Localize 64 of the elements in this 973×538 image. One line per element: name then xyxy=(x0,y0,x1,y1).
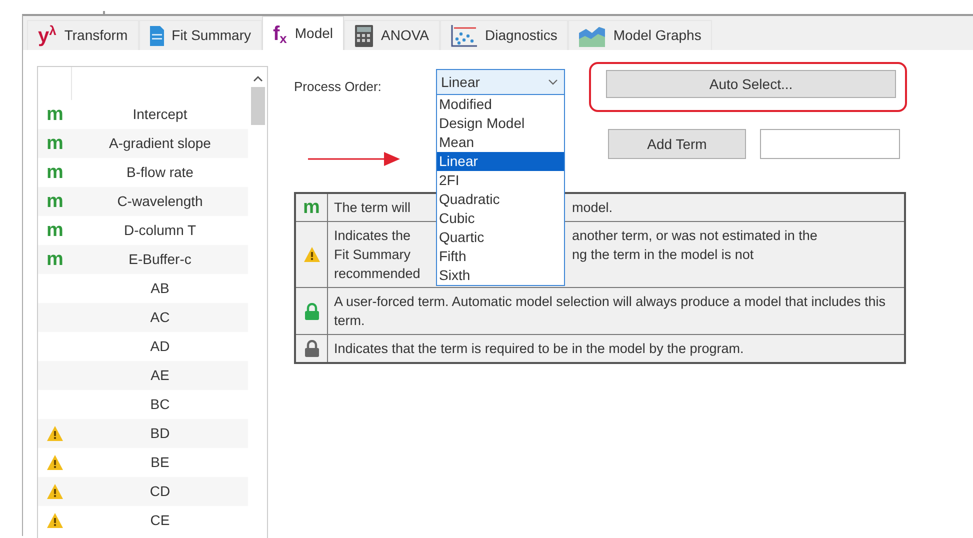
dropdown-option[interactable]: 2FI xyxy=(437,171,564,190)
dropdown-option[interactable]: Quadratic xyxy=(437,190,564,209)
legend-text: recommended xyxy=(334,265,420,283)
legend-text: Fit Summary xyxy=(334,246,411,264)
legend-text: Indicates the xyxy=(334,227,411,245)
dropdown-option[interactable]: Mean xyxy=(437,133,564,152)
term-label[interactable]: BC xyxy=(72,394,248,415)
tab[interactable]: ANOVA xyxy=(344,20,440,50)
dropdown-option[interactable]: Design Model xyxy=(437,114,564,133)
warning-icon xyxy=(47,426,63,441)
term-label[interactable]: Intercept xyxy=(72,104,248,125)
model-term-marker: m xyxy=(46,163,64,182)
scrollbar-thumb[interactable] xyxy=(250,87,264,125)
model-term-marker: m xyxy=(303,198,320,217)
process-order-dropdown[interactable]: Linear xyxy=(436,69,565,95)
warning-icon xyxy=(47,513,63,528)
model-term-marker: m xyxy=(46,134,64,153)
term-label[interactable]: E-Buffer-c xyxy=(72,249,248,270)
warning-icon xyxy=(47,455,63,470)
lock-icon xyxy=(304,302,318,320)
tab[interactable]: Diagnostics xyxy=(440,20,568,50)
area-chart-icon xyxy=(579,24,606,46)
dropdown-option[interactable]: Cubic xyxy=(437,209,564,228)
dropdown-option[interactable]: Linear xyxy=(437,152,564,171)
dropdown-option[interactable]: Modified xyxy=(437,95,564,114)
model-term-marker: m xyxy=(46,221,64,240)
document-icon xyxy=(150,26,164,46)
transform-icon: y$^{λ}$ xyxy=(38,26,56,46)
model-term-marker: m xyxy=(46,250,64,269)
model-term-marker: m xyxy=(46,105,64,124)
process-order-label: Process Order: xyxy=(294,78,382,96)
term-label[interactable]: AB xyxy=(72,278,248,299)
term-label[interactable]: D-column T xyxy=(72,220,248,241)
legend-text: ng the term in the model is not xyxy=(572,246,754,264)
term-label[interactable]: A-gradient slope xyxy=(72,133,248,154)
term-label[interactable]: BE xyxy=(72,452,248,473)
dropdown-option[interactable]: Quartic xyxy=(437,228,564,247)
tab[interactable]: Fit Summary xyxy=(138,20,262,50)
tab[interactable]: y$^{λ}$ Transform xyxy=(27,20,139,50)
term-label[interactable]: CE xyxy=(72,510,248,531)
legend-text: The term will xyxy=(334,199,411,217)
legend-text: A user-forced term. Automatic model selection will always produce a model that includes this term. xyxy=(334,294,886,328)
dropdown-option[interactable]: Sixth xyxy=(437,266,564,285)
legend-text: Indicates that the term is required to be in the model by the program. xyxy=(334,341,744,356)
legend-text: model. xyxy=(572,199,613,217)
calculator-icon xyxy=(355,24,374,46)
model-term-marker: m xyxy=(46,192,64,211)
term-label[interactable]: C-wavelength xyxy=(72,191,248,212)
auto-select-button[interactable]: Auto Select... xyxy=(606,70,896,98)
scroll-up-icon[interactable] xyxy=(252,75,262,83)
tab[interactable]: f$_{x}$ Model xyxy=(262,16,344,50)
term-label[interactable]: AD xyxy=(72,336,248,357)
term-label[interactable]: B-flow rate xyxy=(72,162,248,183)
function-icon: f$_{x}$ xyxy=(272,24,287,44)
lock-icon xyxy=(304,340,318,357)
warning-icon xyxy=(304,247,320,262)
scatter-chart-icon xyxy=(451,24,478,46)
tab[interactable]: Model Graphs xyxy=(568,20,712,50)
chevron-down-icon xyxy=(548,79,558,85)
warning-icon xyxy=(47,484,63,499)
term-input-field[interactable] xyxy=(760,129,900,159)
add-term-button[interactable]: Add Term xyxy=(608,129,746,159)
dropdown-option[interactable]: Fifth xyxy=(437,247,564,266)
legend-text: another term, or was not estimated in the xyxy=(572,227,818,245)
